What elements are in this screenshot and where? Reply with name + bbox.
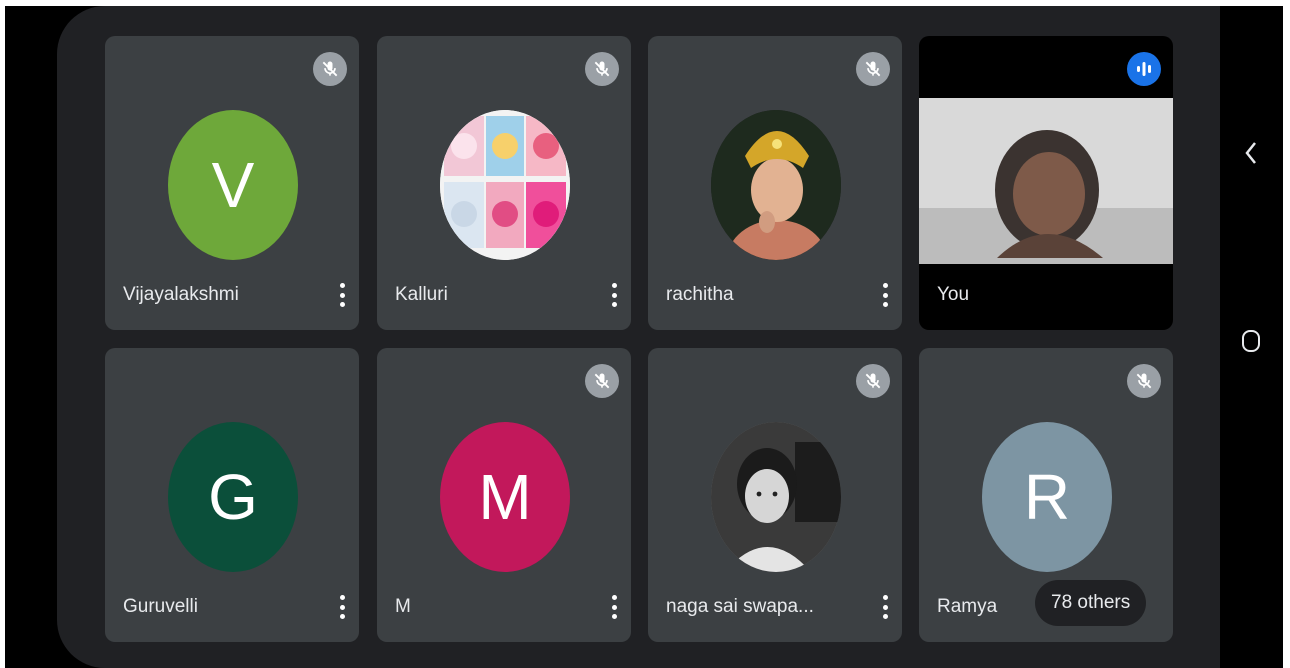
participant-name: naga sai swapa... bbox=[666, 596, 814, 617]
mic-off-icon bbox=[313, 52, 347, 86]
participant-tile-vijayalakshmi[interactable]: V Vijayalakshmi bbox=[105, 36, 359, 330]
mic-off-icon bbox=[1127, 364, 1161, 398]
mic-off-icon bbox=[856, 52, 890, 86]
participant-name: Kalluri bbox=[395, 284, 448, 305]
avatar-photo-portrait bbox=[711, 422, 841, 572]
avatar-initial: R bbox=[1023, 461, 1071, 533]
avatar: V bbox=[168, 110, 298, 260]
more-options-button[interactable] bbox=[335, 590, 349, 624]
avatar-initial: V bbox=[211, 149, 255, 221]
more-options-button[interactable] bbox=[607, 590, 621, 624]
participant-tile-self[interactable]: You bbox=[919, 36, 1173, 330]
avatar-initial: M bbox=[478, 461, 532, 533]
participant-name: Ramya bbox=[937, 596, 998, 617]
participant-name: rachitha bbox=[666, 284, 734, 305]
chevron-left-icon[interactable] bbox=[1230, 132, 1272, 174]
more-options-button[interactable] bbox=[878, 278, 892, 312]
participant-name: Vijayalakshmi bbox=[123, 284, 239, 305]
others-count-button[interactable]: 78 others bbox=[1035, 580, 1147, 626]
more-options-button[interactable] bbox=[335, 278, 349, 312]
participant-name: You bbox=[937, 284, 970, 305]
participant-tile-rachitha[interactable]: rachitha bbox=[648, 36, 902, 330]
more-options-button[interactable] bbox=[878, 590, 892, 624]
meeting-grid: V Vijayalakshmi Kalluri rachitha You G G… bbox=[57, 6, 1220, 668]
mic-off-icon bbox=[585, 364, 619, 398]
home-icon[interactable] bbox=[1230, 320, 1272, 362]
participant-tile-ramya[interactable]: R Ramya 78 others bbox=[919, 348, 1173, 642]
mic-off-icon bbox=[856, 364, 890, 398]
participant-tile-kalluri[interactable]: Kalluri bbox=[377, 36, 631, 330]
avatar: M bbox=[440, 422, 570, 572]
self-video-preview bbox=[919, 98, 1173, 264]
avatar: R bbox=[982, 422, 1112, 572]
more-options-button[interactable] bbox=[607, 278, 621, 312]
participant-tile-guruvelli[interactable]: G Guruvelli bbox=[105, 348, 359, 642]
mic-off-icon bbox=[585, 52, 619, 86]
avatar-photo-person bbox=[711, 110, 841, 260]
participant-name: M bbox=[395, 596, 411, 617]
participant-tile-m[interactable]: M M bbox=[377, 348, 631, 642]
avatar: G bbox=[168, 422, 298, 572]
participant-name: Guruvelli bbox=[123, 596, 198, 617]
avatar-photo-teddy-bears bbox=[440, 110, 570, 260]
participant-tile-naga-sai-swapa[interactable]: naga sai swapa... bbox=[648, 348, 902, 642]
system-nav-bar bbox=[1220, 6, 1283, 668]
avatar-initial: G bbox=[208, 461, 258, 533]
audio-wave-icon bbox=[1127, 52, 1161, 86]
device-screen: V Vijayalakshmi Kalluri rachitha You G G… bbox=[5, 6, 1283, 668]
